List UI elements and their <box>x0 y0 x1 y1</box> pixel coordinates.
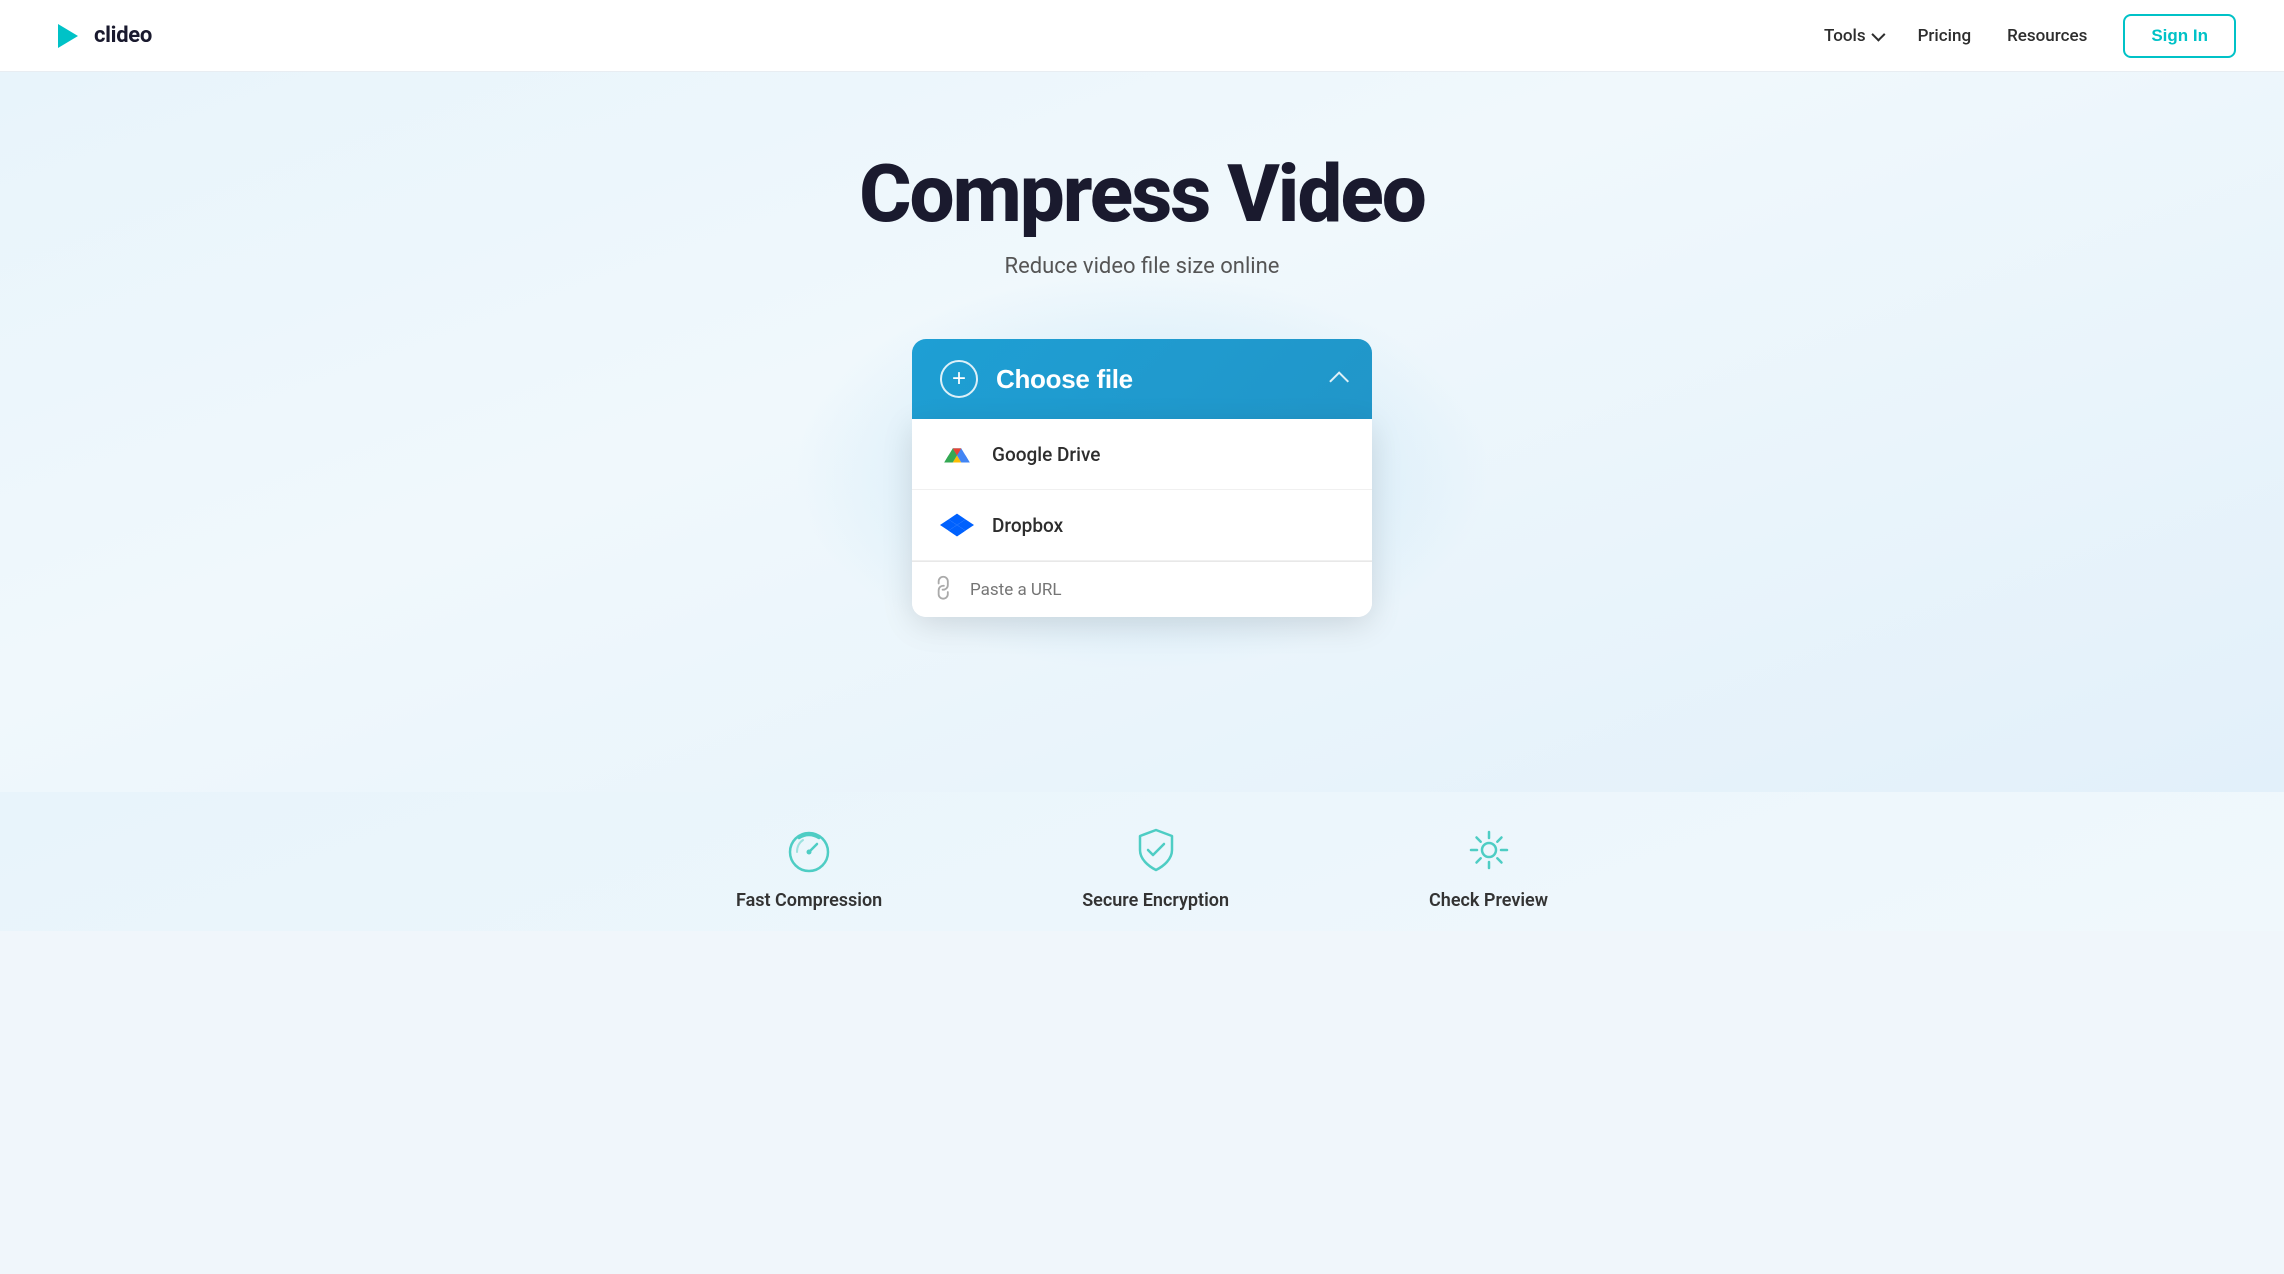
logo[interactable]: clideo <box>48 18 152 54</box>
url-input[interactable] <box>970 580 1350 600</box>
hero-subtitle: Reduce video file size online <box>1005 254 1280 279</box>
check-preview-label: Check Preview <box>1429 890 1548 911</box>
nav-pricing[interactable]: Pricing <box>1918 26 1972 46</box>
features-strip: Fast Compression Secure Encryption Check… <box>0 792 2284 931</box>
dropbox-icon <box>940 508 974 542</box>
plus-circle-icon: + <box>940 360 978 398</box>
shield-icon <box>1128 822 1184 878</box>
hero-section: Compress Video Reduce video file size on… <box>0 72 2284 792</box>
chevron-up-icon <box>1329 371 1349 391</box>
fast-compression-label: Fast Compression <box>736 890 882 911</box>
sign-in-button[interactable]: Sign In <box>2123 14 2236 58</box>
choose-file-button[interactable]: + Choose file <box>912 339 1372 419</box>
tools-chevron-icon <box>1871 27 1885 41</box>
feature-secure-encryption: Secure Encryption <box>1082 822 1229 911</box>
file-chooser-widget: + Choose file Google Drive <box>912 339 1372 617</box>
gear-icon <box>1461 822 1517 878</box>
file-dropdown: Google Drive Dropbox <box>912 419 1372 617</box>
speed-icon <box>781 822 837 878</box>
logo-text: clideo <box>94 23 152 48</box>
dropbox-label: Dropbox <box>992 514 1063 537</box>
feature-fast-compression: Fast Compression <box>736 822 882 911</box>
google-drive-label: Google Drive <box>992 443 1100 466</box>
dropbox-option[interactable]: Dropbox <box>912 490 1372 561</box>
navbar: clideo Tools Pricing Resources Sign In <box>0 0 2284 72</box>
nav-links: Tools Pricing Resources Sign In <box>1824 14 2236 58</box>
page-title: Compress Video <box>859 152 1425 236</box>
nav-resources[interactable]: Resources <box>2007 26 2087 46</box>
feature-check-preview: Check Preview <box>1429 822 1548 911</box>
logo-icon <box>48 18 84 54</box>
choose-file-label: Choose file <box>996 364 1133 395</box>
link-icon <box>928 572 963 607</box>
secure-encryption-label: Secure Encryption <box>1082 890 1229 911</box>
google-drive-icon <box>940 437 974 471</box>
nav-tools[interactable]: Tools <box>1824 26 1882 46</box>
google-drive-option[interactable]: Google Drive <box>912 419 1372 490</box>
url-input-row <box>912 561 1372 617</box>
